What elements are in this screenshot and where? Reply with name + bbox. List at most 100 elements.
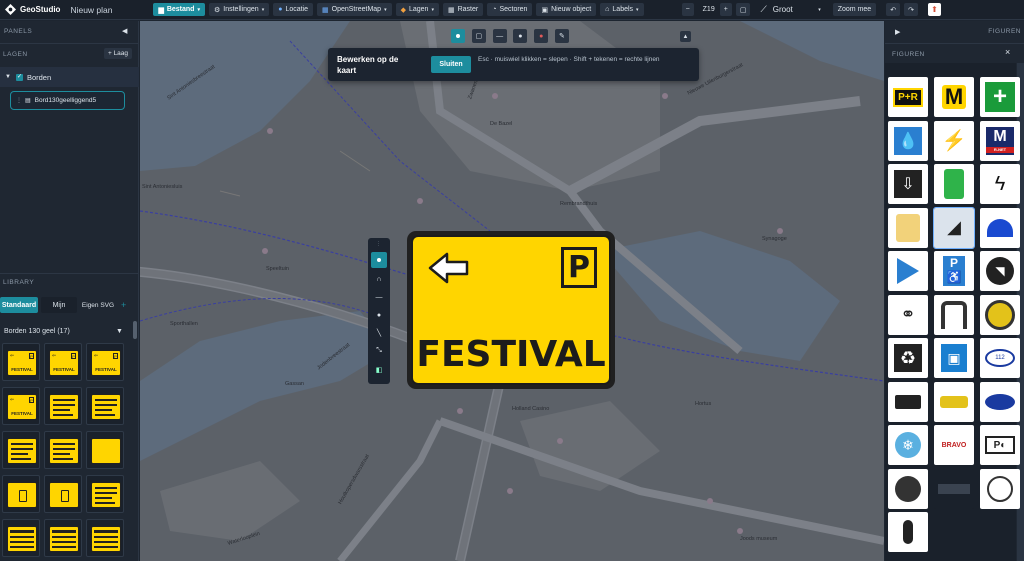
vest-icon[interactable] bbox=[934, 164, 974, 204]
category-select[interactable]: Borden 130 geel (17) bbox=[4, 328, 70, 335]
scrollbar[interactable] bbox=[133, 321, 137, 339]
drag-handle-icon[interactable]: ⋮ bbox=[16, 97, 22, 104]
first-aid-icon[interactable]: + bbox=[980, 77, 1020, 117]
chevron-down-icon: ▾ bbox=[261, 6, 265, 13]
labels-menu-button[interactable]: ⌂ Labels ▾ bbox=[600, 3, 644, 16]
play-arrow-icon[interactable] bbox=[888, 251, 928, 291]
footprint-icon[interactable] bbox=[888, 512, 928, 552]
library-thumb[interactable]: ⇐ P FESTIVAL bbox=[2, 387, 40, 425]
collapse-right-icon[interactable]: ▶ bbox=[895, 28, 900, 36]
library-thumb[interactable]: ⇐ P FESTIVAL bbox=[2, 343, 40, 381]
bus-icon[interactable]: ▣ bbox=[934, 338, 974, 378]
collapse-toolbar-button[interactable]: ▲ bbox=[680, 31, 691, 42]
wheel-icon[interactable] bbox=[980, 294, 1020, 335]
police-badge-icon[interactable] bbox=[980, 381, 1020, 422]
line-tool-button[interactable]: — bbox=[371, 289, 387, 305]
point-tool-button[interactable] bbox=[451, 29, 465, 43]
sectors-button[interactable]: ◔ Sectoren bbox=[487, 3, 533, 16]
size-select[interactable]: Groot ▾ bbox=[773, 3, 821, 16]
truck-icon[interactable] bbox=[888, 381, 928, 422]
bicycle-icon[interactable]: ⚭ bbox=[888, 294, 928, 335]
bravo-icon[interactable]: BRAVO bbox=[934, 425, 974, 465]
rotate-tool-button[interactable]: ⤡ bbox=[371, 343, 387, 359]
library-thumb[interactable] bbox=[2, 519, 40, 557]
lightning-icon[interactable]: ϟ bbox=[980, 164, 1020, 204]
expand-icon[interactable]: ▼ bbox=[5, 74, 11, 80]
layer-item[interactable]: ⋮ ▤ Bord130geelliggend5 bbox=[10, 91, 125, 110]
rectangle-tool-button[interactable]: ▢ bbox=[471, 29, 486, 43]
library-thumb[interactable] bbox=[2, 431, 40, 469]
zoom-more-button[interactable]: Zoom mee bbox=[832, 3, 877, 16]
tab-eigen-svg[interactable]: Eigen SVG bbox=[80, 296, 116, 314]
library-thumb[interactable] bbox=[2, 475, 40, 513]
library-thumb[interactable] bbox=[44, 387, 82, 425]
zoom-in-button[interactable]: + bbox=[719, 3, 732, 16]
police-car-icon[interactable] bbox=[934, 381, 974, 422]
library-thumb[interactable] bbox=[86, 519, 124, 557]
settings-menu-button[interactable]: ⚙ Instellingen ▾ bbox=[208, 3, 270, 16]
ambulance-badge-icon[interactable]: 112 bbox=[980, 338, 1020, 378]
pr-icon[interactable]: P+R bbox=[888, 77, 928, 117]
library-thumb[interactable] bbox=[86, 475, 124, 513]
water-drop-icon[interactable]: 💧 bbox=[888, 120, 928, 161]
antenna-icon[interactable]: ⚡ bbox=[934, 120, 974, 161]
select-tool-button[interactable] bbox=[371, 252, 387, 268]
library-thumb[interactable] bbox=[86, 431, 124, 469]
snowflake-icon[interactable]: ❄ bbox=[888, 425, 928, 465]
library-thumb[interactable] bbox=[44, 431, 82, 469]
layer-checkbox[interactable]: ✓ bbox=[15, 73, 23, 81]
new-object-button[interactable]: ▣ Nieuw object bbox=[536, 3, 597, 16]
magnet-tool-button[interactable]: ∩ bbox=[371, 271, 387, 287]
parking-car-icon[interactable]: P◐ bbox=[980, 425, 1020, 465]
file-menu-button[interactable]: ▆ Bestand ▾ bbox=[153, 3, 205, 16]
siren-icon[interactable] bbox=[980, 207, 1020, 248]
recycle-icon[interactable]: ♻ bbox=[888, 338, 928, 378]
add-layer-button[interactable]: + Laag bbox=[104, 48, 132, 59]
line-tool-button[interactable]: — bbox=[492, 29, 507, 43]
map-canvas[interactable]: Sint Antoniesluis Jodenbreestraat Nieuwe U… bbox=[140, 21, 884, 561]
library-thumb[interactable] bbox=[86, 387, 124, 425]
metro-m-icon[interactable]: M R-NET bbox=[980, 120, 1020, 161]
library-thumb[interactable]: ⇐ P FESTIVAL bbox=[44, 343, 82, 381]
bubble-tool-button[interactable]: ● bbox=[371, 307, 387, 323]
tab-standaard[interactable]: Standaard bbox=[0, 297, 38, 313]
metro-logo-icon[interactable]: M bbox=[934, 77, 974, 117]
disabled-parking-icon[interactable]: P ♿ bbox=[934, 251, 974, 291]
download-icon[interactable]: ⇩ bbox=[888, 164, 928, 204]
draw-toolbar: ▢ — ● ● ✎ bbox=[451, 29, 569, 43]
backpack-icon[interactable] bbox=[888, 207, 928, 248]
arch-icon[interactable] bbox=[934, 294, 974, 335]
palette-tool-button[interactable]: ◧ bbox=[371, 362, 387, 378]
add-svg-icon[interactable]: + bbox=[121, 300, 126, 310]
cctv-icon[interactable]: ◥ bbox=[980, 251, 1020, 291]
fit-button[interactable]: ▢ bbox=[735, 3, 751, 16]
helmet-icon[interactable] bbox=[980, 468, 1020, 509]
barrier-icon[interactable] bbox=[934, 468, 974, 509]
ev-charger-icon[interactable] bbox=[888, 468, 928, 509]
library-thumb[interactable] bbox=[44, 519, 82, 557]
pen-tool-button[interactable]: ✎ bbox=[554, 29, 569, 43]
location-button[interactable]: ● Locatie bbox=[273, 3, 314, 16]
measure-tool-button[interactable]: ╲ bbox=[371, 325, 387, 341]
plan-name[interactable]: Nieuw plan bbox=[70, 5, 150, 15]
library-thumb[interactable] bbox=[44, 475, 82, 513]
layers-menu-button[interactable]: ◆ Lagen ▾ bbox=[395, 3, 439, 16]
close-icon[interactable]: × bbox=[1005, 47, 1010, 57]
tab-mijn[interactable]: Mijn bbox=[41, 297, 77, 313]
collapse-left-icon[interactable]: ◀ bbox=[122, 27, 127, 35]
library-thumb[interactable]: ⇐ P FESTIVAL bbox=[86, 343, 124, 381]
camera-icon[interactable]: ◢ bbox=[933, 206, 975, 249]
festival-sign[interactable]: P FESTIVAL bbox=[407, 231, 615, 389]
grid-button[interactable]: ▦ Raster bbox=[442, 3, 484, 16]
zoom-out-button[interactable]: − bbox=[681, 3, 694, 16]
chevron-down-icon[interactable]: ▼ bbox=[116, 328, 123, 335]
grip-icon[interactable]: ⋮ bbox=[376, 241, 381, 247]
marker-tool-button[interactable]: ● bbox=[534, 29, 549, 43]
undo-button[interactable]: ↶ bbox=[886, 3, 901, 16]
close-edit-button[interactable]: Sluiten bbox=[431, 56, 471, 73]
comment-tool-button[interactable]: ● bbox=[513, 29, 528, 43]
redo-button[interactable]: ↷ bbox=[904, 3, 918, 16]
basemap-select[interactable]: ▦ OpenStreetMap ▾ bbox=[317, 3, 392, 16]
layer-group-borden[interactable]: ▼ ✓ Borden bbox=[0, 67, 139, 87]
export-button[interactable]: ⬆ bbox=[927, 3, 941, 16]
